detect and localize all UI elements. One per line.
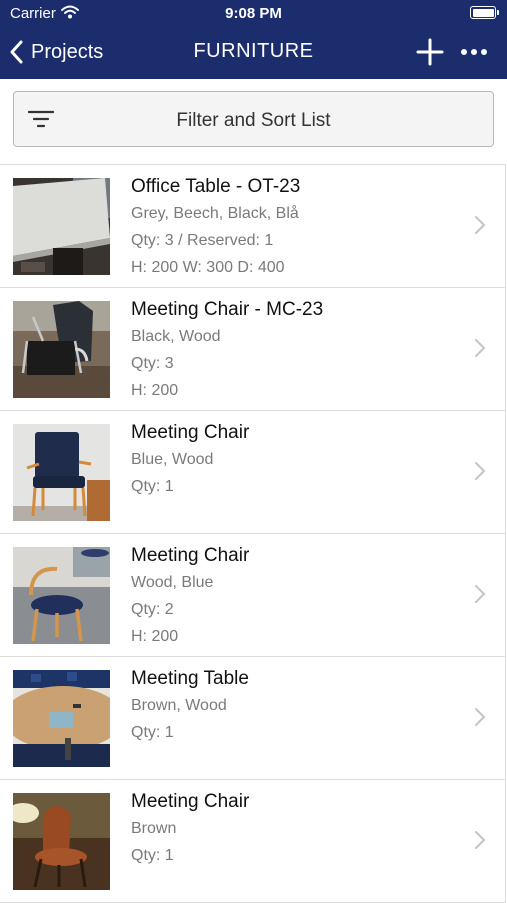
- item-photo: [13, 670, 110, 767]
- item-title: Meeting Chair: [131, 791, 250, 812]
- item-quantity: Qty: 3 / Reserved: 1: [131, 232, 274, 249]
- add-icon[interactable]: [416, 38, 444, 66]
- item-colors: Black, Wood: [131, 328, 221, 345]
- chevron-right-icon: [475, 462, 486, 480]
- item-colors: Brown: [131, 820, 177, 837]
- item-quantity: Qty: 1: [131, 478, 174, 495]
- item-photo: [13, 178, 110, 275]
- list-item[interactable]: Meeting Chair - MC-23 Black, Wood Qty: 3…: [0, 288, 505, 411]
- item-quantity: Qty: 1: [131, 847, 174, 864]
- item-dimensions: H: 200: [131, 628, 179, 645]
- item-photo: [13, 793, 110, 890]
- item-colors: Wood, Blue: [131, 574, 214, 591]
- item-quantity: Qty: 1: [131, 724, 174, 741]
- item-quantity: Qty: 3: [131, 355, 174, 372]
- item-title: Office Table - OT-23: [131, 176, 301, 197]
- item-title: Meeting Chair: [131, 545, 250, 566]
- navigation-bar: Carrier 9:08 PM Projects FURNITURE: [0, 0, 507, 79]
- item-title: Meeting Chair: [131, 422, 250, 443]
- list-item[interactable]: Office Table - OT-23 Grey, Beech, Black,…: [0, 165, 505, 288]
- item-photo: [13, 547, 110, 644]
- item-photo: [13, 424, 110, 521]
- filter-sort-button[interactable]: Filter and Sort List: [13, 91, 494, 147]
- furniture-list: Office Table - OT-23 Grey, Beech, Black,…: [0, 164, 506, 903]
- status-bar: Carrier 9:08 PM: [0, 0, 507, 28]
- filter-sort-label: Filter and Sort List: [176, 110, 331, 131]
- item-dimensions: H: 200 W: 300 D: 400: [131, 259, 285, 276]
- item-title: Meeting Table: [131, 668, 249, 689]
- chevron-right-icon: [475, 216, 486, 234]
- item-colors: Brown, Wood: [131, 697, 227, 714]
- more-icon[interactable]: [459, 42, 489, 62]
- clock: 9:08 PM: [225, 5, 282, 22]
- battery-icon: [470, 6, 499, 19]
- item-quantity: Qty: 2: [131, 601, 174, 618]
- chevron-right-icon: [475, 831, 486, 849]
- item-photo: [13, 301, 110, 398]
- chevron-right-icon: [475, 708, 486, 726]
- item-title: Meeting Chair - MC-23: [131, 299, 324, 320]
- list-item[interactable]: Meeting Table Brown, Wood Qty: 1: [0, 657, 505, 780]
- chevron-right-icon: [475, 585, 486, 603]
- chevron-right-icon: [475, 339, 486, 357]
- item-dimensions: H: 200: [131, 382, 179, 399]
- list-item[interactable]: Meeting Chair Brown Qty: 1: [0, 780, 505, 903]
- item-colors: Blue, Wood: [131, 451, 214, 468]
- list-item[interactable]: Meeting Chair Blue, Wood Qty: 1: [0, 411, 505, 534]
- list-item[interactable]: Meeting Chair Wood, Blue Qty: 2 H: 200: [0, 534, 505, 657]
- item-colors: Grey, Beech, Black, Blå: [131, 205, 299, 222]
